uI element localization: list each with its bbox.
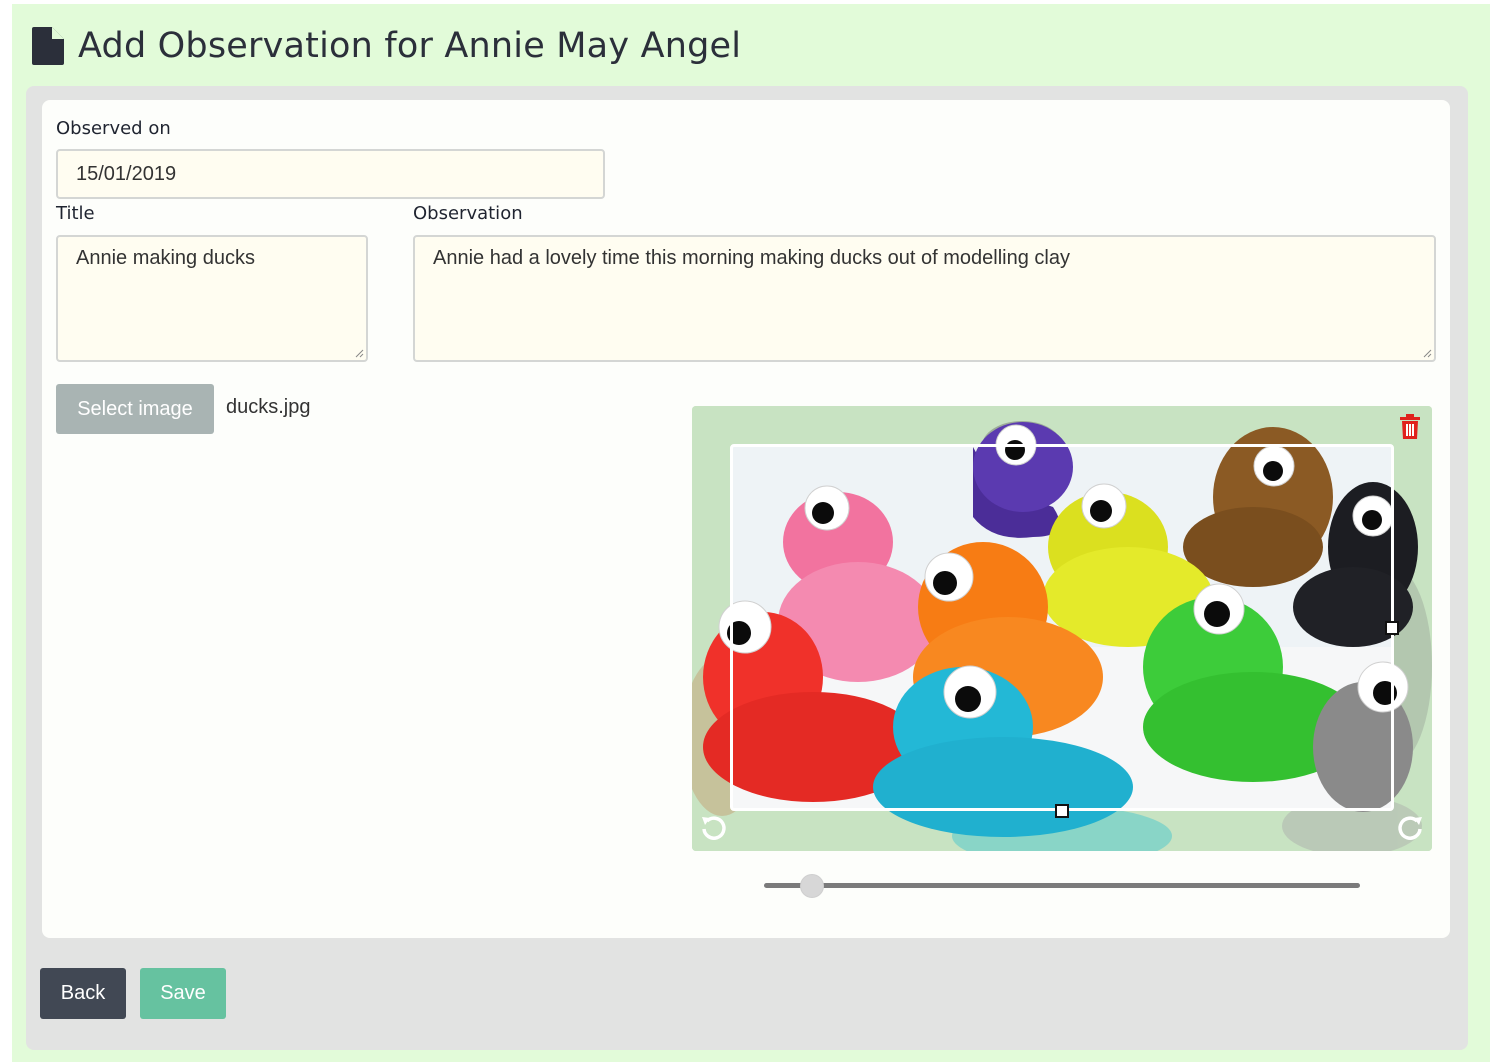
select-image-button[interactable]: Select image xyxy=(56,384,214,434)
zoom-slider-track[interactable] xyxy=(764,883,1360,888)
rotate-left-icon[interactable] xyxy=(700,814,728,842)
crop-handle-bottom[interactable] xyxy=(1055,804,1069,818)
save-button[interactable]: Save xyxy=(140,968,226,1019)
title-text: Annie making ducks xyxy=(76,247,255,269)
resize-grip-icon[interactable] xyxy=(1422,348,1432,358)
page-title: Add Observation for Annie May Angel xyxy=(78,26,742,66)
selected-filename: ducks.jpg xyxy=(226,396,311,418)
title-label: Title xyxy=(56,203,95,224)
observed-on-label: Observed on xyxy=(56,118,171,139)
back-button[interactable]: Back xyxy=(40,968,126,1019)
page-header: Add Observation for Annie May Angel xyxy=(32,22,741,70)
observation-textarea[interactable]: Annie had a lovely time this morning mak… xyxy=(413,235,1436,362)
rotate-right-icon[interactable] xyxy=(1396,814,1424,842)
zoom-slider-thumb[interactable] xyxy=(799,874,824,898)
crop-handle-right[interactable] xyxy=(1385,621,1399,635)
observed-on-input[interactable]: 15/01/2019 xyxy=(56,149,605,199)
image-cropper[interactable] xyxy=(692,406,1432,851)
observation-label: Observation xyxy=(413,203,523,224)
title-textarea[interactable]: Annie making ducks xyxy=(56,235,368,362)
file-icon xyxy=(32,27,64,65)
observation-text: Annie had a lovely time this morning mak… xyxy=(433,247,1070,269)
trash-icon[interactable] xyxy=(1399,414,1421,440)
resize-grip-icon[interactable] xyxy=(354,348,364,358)
crop-selection[interactable] xyxy=(730,444,1394,811)
